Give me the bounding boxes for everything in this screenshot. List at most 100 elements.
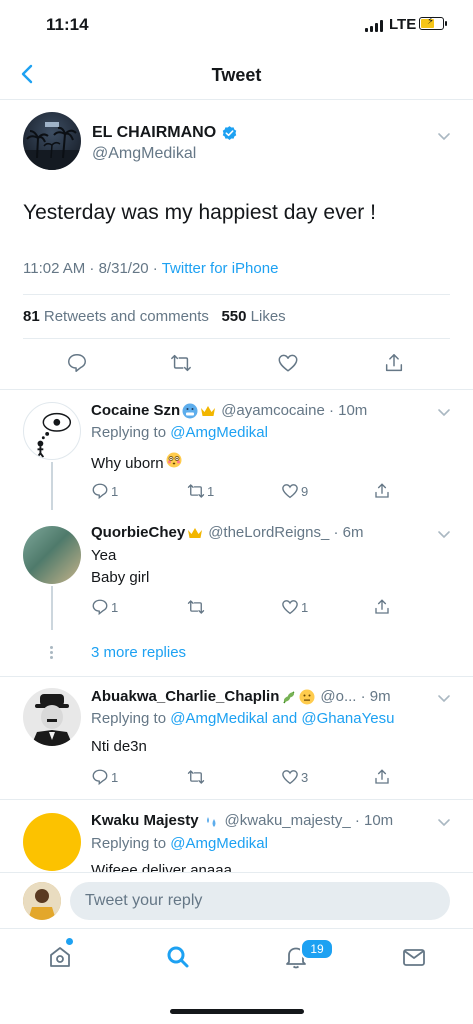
- author-avatar[interactable]: [23, 112, 81, 170]
- tweet-timestamp: 11:02 AM · 8/31/20 ·: [23, 260, 162, 277]
- reply-share-button[interactable]: [373, 768, 391, 786]
- flushed-face-emoji-icon: [166, 452, 182, 468]
- reply-body: Yea Baby girl: [91, 545, 149, 589]
- reply-text: Why uborn: [91, 455, 164, 472]
- main-tweet: EL CHAIRMANO @AmgMedikal Yesterday was m…: [0, 100, 473, 390]
- author-name[interactable]: EL CHAIRMANO: [92, 124, 238, 142]
- reply-author-name[interactable]: Kwaku Majesty: [91, 812, 199, 829]
- reply-item[interactable]: Abuakwa_Charlie_Chaplin @o... · 9m Reply…: [0, 677, 473, 799]
- reply-count: 1: [111, 599, 119, 615]
- avatar-illustration: [23, 882, 61, 920]
- crown-emoji-icon: [201, 405, 216, 416]
- author-handle[interactable]: @AmgMedikal: [92, 145, 196, 163]
- reply-retweet-button[interactable]: [187, 768, 207, 786]
- reply-avatar[interactable]: [23, 402, 81, 460]
- retweet-icon: [187, 600, 205, 614]
- retweet-icon[interactable]: [170, 352, 192, 374]
- reply-body: Nti de3n: [91, 736, 147, 758]
- reply-reply-button[interactable]: 1: [91, 482, 118, 500]
- chevron-down-icon[interactable]: [436, 690, 452, 706]
- reply-reply-button[interactable]: 1: [91, 768, 118, 786]
- avatar-illustration: [31, 694, 73, 746]
- reply-like-button[interactable]: 3: [281, 768, 308, 786]
- neutral-face-emoji-icon: [299, 689, 315, 704]
- cold-face-emoji-icon: [182, 403, 198, 418]
- reply-icon[interactable]: [66, 352, 88, 374]
- reply-actions: 1 1: [91, 598, 411, 618]
- reply-item[interactable]: QuorbieChey @theLordReigns_ · 6m Yea Bab…: [0, 510, 473, 630]
- reply-body: Wifeee deliver anaaa: [91, 860, 232, 872]
- reply-author-name[interactable]: Abuakwa_Charlie_Chaplin: [91, 688, 279, 705]
- reply-handle: @theLordReigns_ · 6m: [208, 524, 364, 541]
- reply-author-name[interactable]: Cocaine Szn: [91, 402, 180, 419]
- share-icon: [375, 769, 389, 784]
- tweet-stats: 81 Retweets and comments 550 Likes: [23, 308, 286, 325]
- reply-author-name[interactable]: QuorbieChey: [91, 524, 185, 541]
- messages-envelope-icon[interactable]: [401, 944, 427, 970]
- reply-retweet-button[interactable]: 1: [187, 482, 214, 500]
- chevron-down-icon[interactable]: [436, 128, 452, 144]
- like-heart-icon[interactable]: [277, 352, 299, 374]
- nav-bar: Tweet: [0, 50, 473, 100]
- reply-like-button[interactable]: 9: [281, 482, 308, 500]
- reply-header: Kwaku Majesty @kwaku_majesty_ · 10m: [91, 812, 393, 829]
- retweets-stat[interactable]: 81 Retweets and comments: [23, 308, 209, 325]
- tweet-source-link[interactable]: Twitter for iPhone: [162, 260, 279, 277]
- reply-like-button[interactable]: 1: [281, 598, 308, 616]
- battery-icon: ⚡: [419, 16, 447, 30]
- likes-count: 550: [221, 308, 247, 325]
- thread-line: [51, 586, 53, 630]
- retweets-label: Retweets and comments: [43, 308, 209, 325]
- retweet-icon: [187, 484, 205, 498]
- like-heart-icon: [282, 600, 298, 615]
- search-icon[interactable]: [165, 944, 191, 970]
- replying-mention[interactable]: @AmgMedikal: [170, 835, 268, 852]
- reply-avatar[interactable]: [23, 526, 81, 584]
- reply-avatar[interactable]: [23, 688, 81, 746]
- reply-icon: [92, 769, 108, 786]
- charging-icon: ⚡: [427, 16, 435, 27]
- reply-item[interactable]: Cocaine Szn @ayamcocaine · 10m Replying …: [0, 390, 473, 510]
- my-avatar[interactable]: [23, 882, 61, 920]
- home-icon[interactable]: [47, 944, 73, 970]
- like-heart-icon: [282, 484, 298, 499]
- like-count: 3: [301, 769, 309, 785]
- replying-mention[interactable]: @AmgMedikal and @GhanaYesu: [170, 710, 394, 727]
- notifications-badge: 19: [300, 938, 334, 960]
- replying-mention[interactable]: @AmgMedikal: [170, 424, 268, 441]
- likes-stat[interactable]: 550 Likes: [221, 308, 285, 325]
- thread-line: [51, 462, 53, 510]
- retweet-count: 1: [207, 483, 215, 499]
- reply-avatar[interactable]: [23, 813, 81, 871]
- verified-badge-icon: [222, 125, 237, 140]
- reply-handle: @o... · 9m: [320, 688, 391, 705]
- reply-input[interactable]: [70, 882, 450, 920]
- reply-item[interactable]: Kwaku Majesty @kwaku_majesty_ · 10m Repl…: [0, 800, 473, 872]
- divider: [23, 338, 450, 339]
- status-time: 11:14: [46, 15, 89, 34]
- reply-header: Abuakwa_Charlie_Chaplin @o... · 9m: [91, 688, 391, 705]
- tweet-meta: 11:02 AM · 8/31/20 · Twitter for iPhone: [23, 260, 278, 277]
- reply-icon: [92, 599, 108, 616]
- compose-bar: [0, 872, 473, 928]
- reply-actions: 1 3: [91, 768, 411, 788]
- chevron-down-icon[interactable]: [436, 404, 452, 420]
- chevron-down-icon[interactable]: [436, 526, 452, 542]
- thread-dots: [50, 646, 54, 661]
- reply-retweet-button[interactable]: [187, 598, 207, 616]
- more-replies-link[interactable]: 3 more replies: [91, 644, 186, 661]
- reply-handle: @ayamcocaine · 10m: [221, 402, 368, 419]
- new-tweets-dot: [66, 938, 73, 945]
- share-icon: [375, 483, 389, 498]
- reply-share-button[interactable]: [373, 598, 391, 616]
- reply-icon: [92, 483, 108, 500]
- replying-prefix: Replying to: [91, 424, 171, 441]
- page-title: Tweet: [211, 65, 262, 85]
- share-icon[interactable]: [383, 352, 405, 374]
- divider: [23, 294, 450, 295]
- chevron-down-icon[interactable]: [436, 814, 452, 830]
- network-label: LTE: [389, 16, 417, 33]
- reply-share-button[interactable]: [373, 482, 391, 500]
- reply-reply-button[interactable]: 1: [91, 598, 118, 616]
- replying-prefix: Replying to: [91, 835, 171, 852]
